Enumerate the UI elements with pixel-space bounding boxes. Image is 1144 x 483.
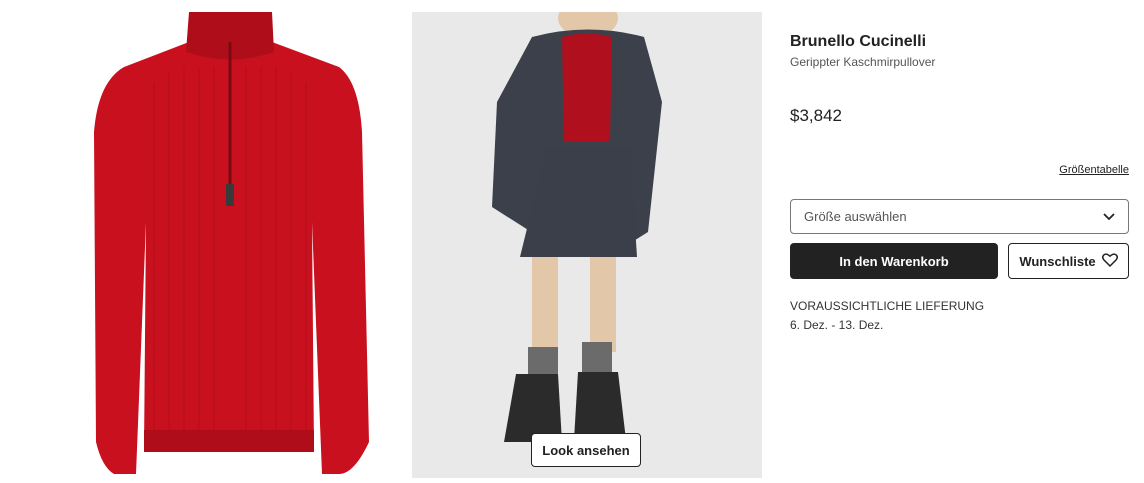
size-select-placeholder: Größe auswählen: [804, 209, 907, 224]
sweater-illustration: [94, 12, 369, 474]
look-button[interactable]: Look ansehen: [531, 433, 641, 467]
product-image-sweater[interactable]: [54, 12, 394, 478]
heart-icon: [1101, 252, 1118, 270]
wishlist-label: Wunschliste: [1019, 253, 1096, 269]
product-image-look[interactable]: Look ansehen: [412, 12, 762, 478]
size-select[interactable]: Größe auswählen: [790, 199, 1129, 234]
delivery-dates: 6. Dez. - 13. Dez.: [790, 318, 884, 332]
brand-name[interactable]: Brunello Cucinelli: [790, 33, 926, 51]
delivery-label: VORAUSSICHTLICHE LIEFERUNG: [790, 299, 985, 313]
size-chart-link[interactable]: Größentabelle: [1059, 164, 1129, 176]
wishlist-button[interactable]: Wunschliste: [1008, 243, 1129, 279]
model-illustration: [412, 12, 762, 478]
product-subtitle: Gerippter Kaschmirpullover: [790, 55, 936, 69]
chevron-down-icon: [1103, 209, 1115, 224]
add-to-cart-button[interactable]: In den Warenkorb: [790, 243, 998, 279]
product-price: $3,842: [790, 106, 842, 125]
